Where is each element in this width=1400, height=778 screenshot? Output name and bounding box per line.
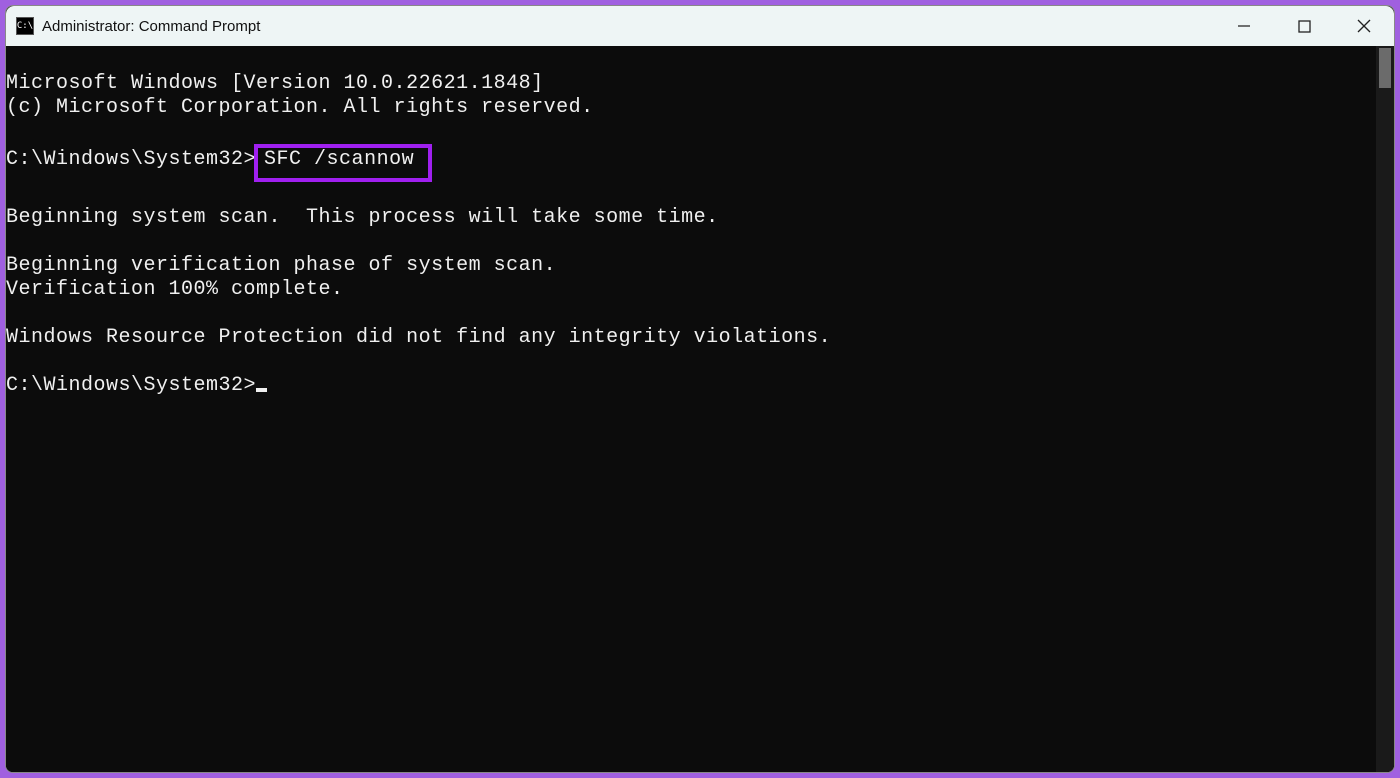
copyright-line: (c) Microsoft Corporation. All rights re… (6, 96, 594, 119)
titlebar[interactable]: C:\ Administrator: Command Prompt (6, 6, 1394, 46)
result-line: Windows Resource Protection did not find… (6, 326, 831, 349)
prompt-path: C:\Windows\System32> (6, 148, 256, 171)
maximize-button[interactable] (1274, 6, 1334, 46)
os-version-line: Microsoft Windows [Version 10.0.22621.18… (6, 72, 544, 95)
cmd-app-icon: C:\ (16, 17, 34, 35)
prompt-line-2: C:\Windows\System32> (6, 374, 267, 397)
minimize-icon (1237, 19, 1251, 33)
vertical-scrollbar[interactable] (1376, 46, 1394, 772)
scrollbar-thumb[interactable] (1379, 48, 1391, 88)
command-prompt-window: C:\ Administrator: Command Prompt Micros… (5, 5, 1395, 773)
verification-phase-line: Beginning verification phase of system s… (6, 254, 556, 277)
scan-begin-line: Beginning system scan. This process will… (6, 206, 719, 229)
maximize-icon (1298, 20, 1311, 33)
prompt-path: C:\Windows\System32> (6, 374, 256, 397)
prompt-line-1: C:\Windows\System32>SFC /scannow (6, 148, 432, 171)
highlighted-command: SFC /scannow (254, 144, 432, 182)
close-button[interactable] (1334, 6, 1394, 46)
terminal-output[interactable]: Microsoft Windows [Version 10.0.22621.18… (6, 46, 1376, 772)
close-icon (1357, 19, 1371, 33)
minimize-button[interactable] (1214, 6, 1274, 46)
text-cursor (256, 388, 267, 392)
verification-complete-line: Verification 100% complete. (6, 278, 344, 301)
terminal-area: Microsoft Windows [Version 10.0.22621.18… (6, 46, 1394, 772)
window-title: Administrator: Command Prompt (42, 18, 260, 35)
